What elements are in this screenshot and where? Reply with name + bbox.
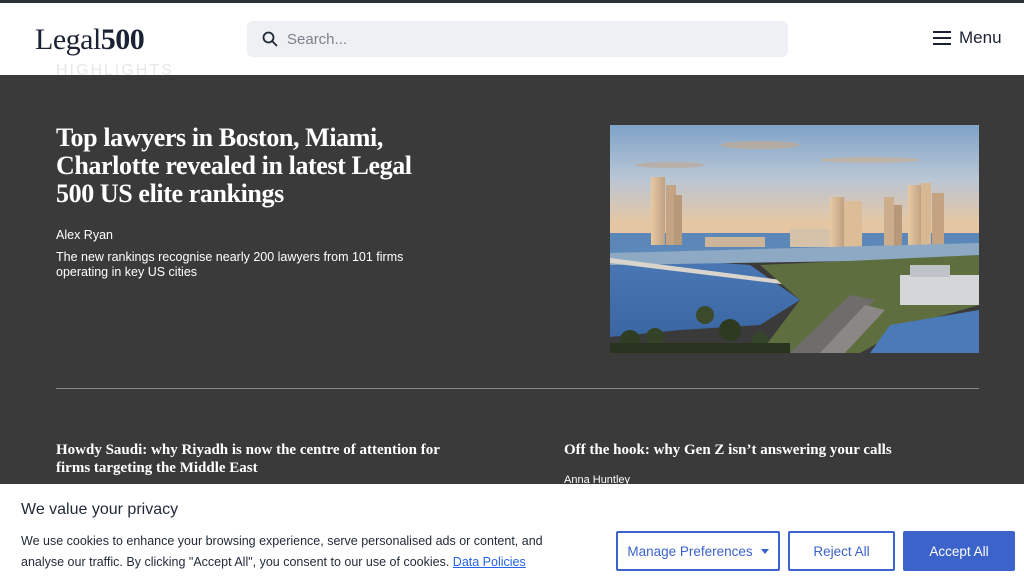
hero-article-description: The new rankings recognise nearly 200 la… <box>56 250 404 279</box>
cookie-banner-text: We use cookies to enhance your browsing … <box>21 531 581 573</box>
menu-label: Menu <box>959 28 1002 47</box>
article-title[interactable]: Off the hook: why Gen Z isn’t answering … <box>564 441 964 459</box>
logo-text: Legal <box>35 23 101 56</box>
legal500-logo[interactable]: Legal500 <box>35 23 145 57</box>
hero-article-image[interactable] <box>610 125 979 353</box>
accept-all-button[interactable]: Accept All <box>903 531 1015 571</box>
cookie-banner-title: We value your privacy <box>21 501 179 518</box>
search-icon <box>262 31 278 47</box>
cookie-consent-banner: We value your privacy We use cookies to … <box>0 484 1024 581</box>
reject-all-button[interactable]: Reject All <box>788 531 895 571</box>
hero-article-author[interactable]: Alex Ryan <box>56 228 113 242</box>
logo-number: 500 <box>100 23 145 56</box>
data-policies-link[interactable]: Data Policies <box>453 555 526 569</box>
hero-article-title[interactable]: Top lawyers in Boston, Miami, Charlotte … <box>56 124 426 208</box>
manage-preferences-label: Manage Preferences <box>627 543 753 559</box>
article-title[interactable]: Howdy Saudi: why Riyadh is now the centr… <box>56 441 456 477</box>
hamburger-icon <box>933 31 951 45</box>
miami-skyline-image <box>610 125 979 353</box>
menu-button[interactable]: Menu <box>933 28 1002 48</box>
search-input[interactable] <box>287 21 767 57</box>
caret-down-icon <box>760 548 769 554</box>
section-label: HIGHLIGHTS <box>56 64 174 76</box>
search-bar[interactable] <box>247 21 788 57</box>
manage-preferences-button[interactable]: Manage Preferences <box>616 531 780 571</box>
section-divider <box>56 388 979 389</box>
